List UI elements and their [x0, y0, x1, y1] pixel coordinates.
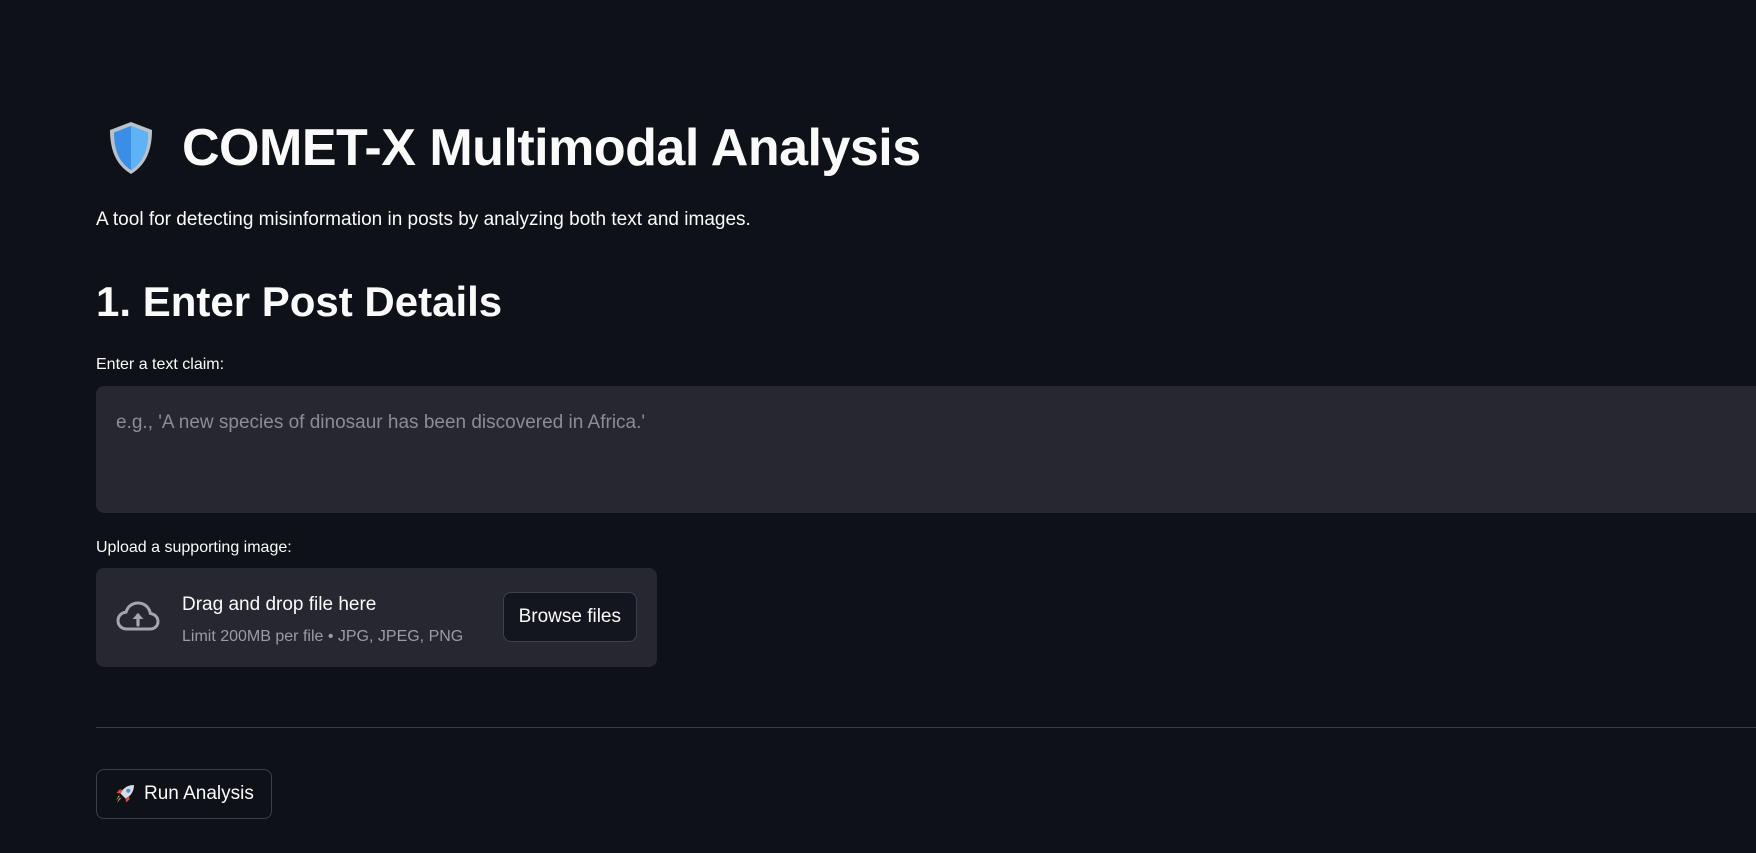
page-title: COMET-X Multimodal Analysis [182, 119, 921, 177]
browse-files-button[interactable]: Browse files [502, 592, 637, 642]
page-subtitle: A tool for detecting misinformation in p… [96, 209, 751, 230]
shield-icon [106, 120, 156, 176]
rocket-icon [114, 783, 136, 805]
run-analysis-label: Run Analysis [144, 783, 254, 804]
dropzone-limit: Limit 200MB per file • JPG, JPEG, PNG [182, 628, 464, 645]
claim-label: Enter a text claim: [96, 356, 225, 373]
claim-textarea[interactable] [96, 386, 1756, 513]
image-upload-label: Upload a supporting image: [96, 539, 292, 556]
divider [96, 727, 1756, 728]
file-dropzone[interactable]: Drag and drop file here Limit 200MB per … [96, 568, 657, 667]
app-page: COMET-X Multimodal Analysis A tool for d… [0, 0, 1756, 853]
title-row: COMET-X Multimodal Analysis [106, 118, 921, 178]
cloud-upload-icon [116, 600, 160, 639]
section-heading: 1. Enter Post Details [96, 278, 503, 325]
dropzone-instructions: Drag and drop file here [182, 594, 377, 615]
run-analysis-button[interactable]: Run Analysis [96, 769, 272, 819]
